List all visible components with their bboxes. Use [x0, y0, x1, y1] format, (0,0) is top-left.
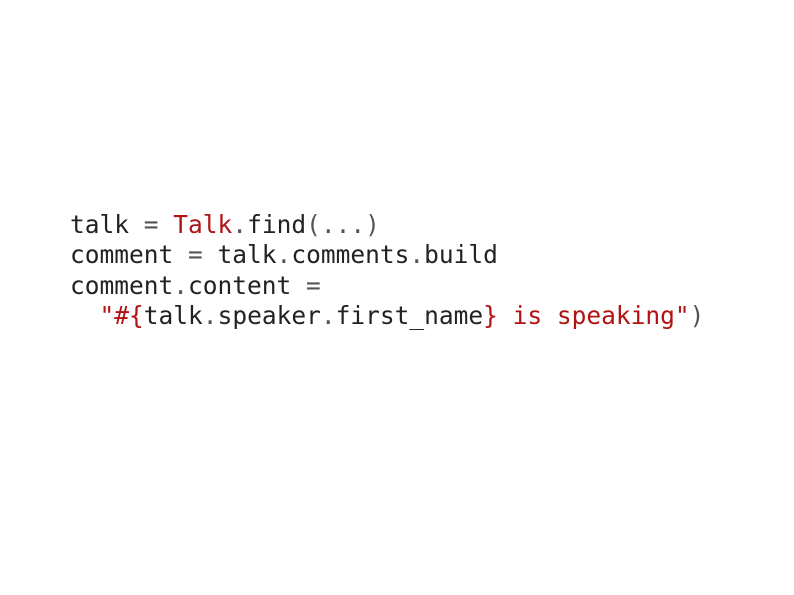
code-token: = [306, 271, 321, 300]
code-token: talk [218, 240, 277, 269]
slide: talk = Talk.find(...) comment = talk.com… [0, 0, 794, 595]
code-token: is speaking" [498, 301, 690, 330]
code-token: Talk [173, 210, 232, 239]
code-token: = [188, 240, 218, 269]
code-token: (...) [306, 210, 380, 239]
code-token: comment [70, 240, 188, 269]
code-token: "#{ [100, 301, 144, 330]
code-block: talk = Talk.find(...) comment = talk.com… [70, 210, 704, 332]
code-token: first_name [336, 301, 484, 330]
code-token: . [203, 301, 218, 330]
code-token [70, 301, 100, 330]
code-token: . [173, 271, 188, 300]
code-token: talk [70, 210, 144, 239]
code-token: speaker [218, 301, 321, 330]
code-token: . [277, 240, 292, 269]
code-token: build [424, 240, 498, 269]
code-token: . [321, 301, 336, 330]
code-token: } [483, 301, 498, 330]
code-token: find [247, 210, 306, 239]
code-token: comments [291, 240, 409, 269]
code-token: content [188, 271, 306, 300]
code-token: talk [144, 301, 203, 330]
code-token: comment [70, 271, 173, 300]
code-token: = [144, 210, 174, 239]
code-token: . [232, 210, 247, 239]
code-token: . [409, 240, 424, 269]
code-token: ) [690, 301, 705, 330]
